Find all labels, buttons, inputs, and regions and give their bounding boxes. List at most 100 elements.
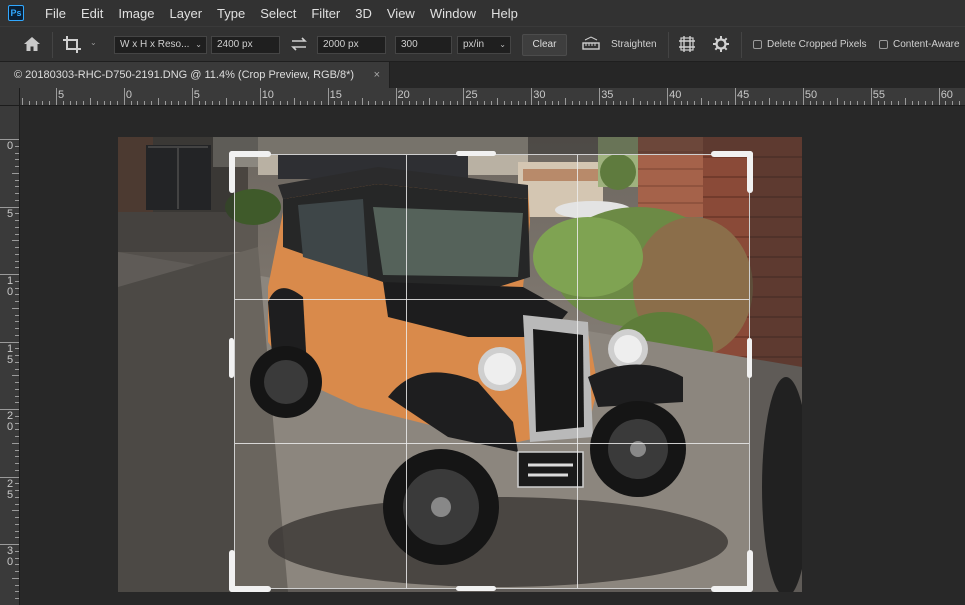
ruler-tick [735,88,736,105]
crop-handle-left[interactable] [229,338,234,378]
content-aware-label[interactable]: Content-Aware [893,39,960,50]
ruler-tick [15,523,19,525]
overlay-grid-icon[interactable] [678,35,696,53]
menu-help[interactable]: Help [484,6,526,21]
resolution-unit-select[interactable]: px/in ⌄ [457,36,511,54]
ratio-preset-select[interactable]: W x H x Reso... ⌄ [114,36,207,54]
ruler-tick [15,483,19,485]
ruler-tick [164,101,166,105]
menu-type[interactable]: Type [210,6,253,21]
menu-view[interactable]: View [380,6,423,21]
ruler-tick [15,449,19,451]
ruler-tick [246,101,248,105]
crop-handle-bottom-left[interactable] [229,550,235,592]
vertical-ruler[interactable]: 0 5 1 0 1 5 2 0 2 5 3 0 [0,106,20,605]
chevron-down-icon: ⌄ [195,40,202,49]
separator [668,32,669,58]
ruler-tick [205,101,207,105]
menu-window[interactable]: Window [423,6,484,21]
document-tab-bar: © 20180303-RHC-D750-2191.DNG @ 11.4% (Cr… [0,62,965,88]
ruler-tick [185,101,186,105]
ruler-tick [864,101,865,105]
crop-handle-top[interactable] [456,151,496,156]
height-field[interactable]: 2000 px [317,36,386,54]
home-icon[interactable] [22,35,42,53]
ruler-tick [361,98,363,105]
ruler-origin[interactable] [0,88,20,106]
content-aware-checkbox[interactable] [879,40,888,49]
ruler-tick [789,101,791,105]
ruler-tick [15,159,19,161]
ruler-tick [667,88,669,105]
menu-3d[interactable]: 3D [348,6,380,21]
ruler-label: 50 [804,89,818,101]
menu-image[interactable]: Image [111,6,162,21]
ruler-tick [673,101,675,105]
document-tab[interactable]: © 20180303-RHC-D750-2191.DNG @ 11.4% (Cr… [0,62,390,88]
ruler-tick [653,101,655,105]
ruler-tick [341,101,343,105]
menu-layer[interactable]: Layer [163,6,211,21]
menu-select[interactable]: Select [253,6,304,21]
ruler-tick [15,348,19,350]
ruler-tick [565,98,567,105]
crop-handle-right[interactable] [747,338,752,378]
ruler-tick [273,101,275,105]
resolution-field[interactable]: 300 [395,36,452,54]
close-icon[interactable]: × [374,62,380,88]
ruler-tick [28,101,30,105]
ruler-tick [144,101,146,105]
separator [741,32,742,58]
ruler-tick [15,550,19,552]
ruler-tick [110,101,112,105]
tool-preset-chevron-icon[interactable]: ⌄ [90,38,97,47]
menu-file[interactable]: File [38,6,74,21]
ruler-tick [15,415,19,417]
ruler-tick [728,101,730,105]
ruler-label: 3 0 [6,545,14,568]
horizontal-ruler[interactable]: 5 0 5 10 15 20 25 30 35 40 45 50 55 60 [20,88,965,106]
crop-handle-top-left[interactable] [229,151,271,157]
ruler-tick [409,101,411,105]
clear-button[interactable]: Clear [522,34,567,56]
ruler-tick [300,101,302,105]
ruler-tick [12,240,19,242]
ruler-tick [938,88,940,105]
menu-edit[interactable]: Edit [74,6,111,21]
ruler-tick [15,145,19,147]
ruler-tick [15,456,19,458]
crop-handle-top-left[interactable] [229,151,235,193]
crop-handle-top-right[interactable] [747,151,753,193]
menu-filter[interactable]: Filter [304,6,348,21]
ruler-tick [775,101,777,105]
crop-handle-bottom-left[interactable] [229,586,271,592]
ruler-tick [15,584,19,586]
ruler-tick [605,101,607,105]
straighten-label[interactable]: Straighten [611,39,657,50]
ruler-tick [15,253,19,255]
ruler-tick [12,172,19,174]
ruler-tick [843,101,845,105]
ruler-tick [578,101,580,105]
straighten-icon[interactable] [581,35,601,53]
swap-arrows-icon[interactable] [290,35,308,53]
gear-icon[interactable] [712,35,730,53]
ruler-tick [15,280,19,282]
crop-tool-icon[interactable] [62,35,84,55]
delete-cropped-pixels-checkbox[interactable] [753,40,762,49]
document-canvas[interactable] [20,106,965,605]
crop-box[interactable] [234,154,750,589]
chevron-down-icon: ⌄ [499,40,506,49]
crop-handle-bottom[interactable] [456,586,496,591]
ruler-tick [816,101,818,105]
ruler-tick [714,101,716,105]
ratio-preset-value: W x H x Reso... [120,39,190,50]
ruler-tick [782,101,784,105]
width-field[interactable]: 2400 px [211,36,280,54]
delete-cropped-pixels-label[interactable]: Delete Cropped Pixels [767,39,867,50]
ruler-tick [15,557,19,559]
ruler-tick [15,355,19,356]
ruler-tick [212,101,214,105]
crop-handle-bottom-right[interactable] [747,550,753,592]
ruler-tick [476,101,478,105]
